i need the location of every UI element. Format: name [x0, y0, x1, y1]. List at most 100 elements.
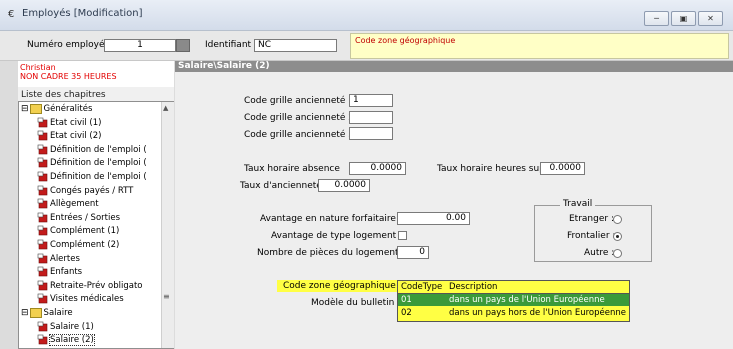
- scroll-up-icon[interactable]: ▲: [163, 104, 168, 112]
- travail-frontalier-label: Frontalier :: [567, 231, 616, 241]
- tree-item[interactable]: Définition de l'emploi (: [37, 144, 147, 157]
- tree-item[interactable]: Définition de l'emploi (: [37, 171, 147, 184]
- minimize-icon: ─: [654, 14, 659, 23]
- code-zone-label: Code zone géographique: [283, 281, 396, 291]
- tree-item[interactable]: Enfants: [37, 266, 82, 279]
- form-icon: [37, 225, 48, 236]
- code-zone-dropdown[interactable]: CodeType Description 01 dans un pays de …: [397, 280, 630, 322]
- restore-button[interactable]: ▣: [671, 11, 696, 26]
- dropdown-row-description: dans un pays hors de l'Union Européenne: [449, 308, 626, 318]
- tree-item[interactable]: Entrées / Sorties: [37, 212, 120, 225]
- form-icon: [37, 321, 48, 332]
- tree-item[interactable]: Congés payés / RTT: [37, 185, 133, 198]
- tree-item-label: Complément (1): [50, 226, 120, 237]
- form-edit-icon: [37, 334, 48, 345]
- dropdown-row-selected[interactable]: 01 dans un pays de l'Union Européenne: [398, 294, 629, 306]
- employee-category: NON CADRE 35 HEURES: [20, 72, 117, 81]
- identifier-input[interactable]: NC: [254, 39, 337, 52]
- tree-item-label: Etat civil (2): [50, 131, 102, 142]
- tree-folder[interactable]: ⊟ Salaire: [21, 307, 73, 320]
- tree-item[interactable]: Définition de l'emploi (: [37, 157, 147, 170]
- avantage-label: Avantage en nature forfaitaire: [260, 214, 396, 224]
- tree-item-label: Allègement: [50, 199, 99, 210]
- tree-item[interactable]: Visites médicales: [37, 293, 124, 306]
- dropdown-col-description: Description: [449, 282, 498, 292]
- taux-anciennete-input[interactable]: 0.0000: [318, 179, 370, 192]
- tree-item-label: Définition de l'emploi (: [50, 172, 147, 182]
- taux-absence-label: Taux horaire absence: [244, 164, 340, 174]
- tree-item-label: Salaire (2): [49, 334, 95, 347]
- form-icon: [37, 293, 48, 304]
- form-icon: [37, 171, 48, 182]
- avantage-input[interactable]: 0.00: [397, 212, 470, 225]
- tree-item-label: Définition de l'emploi (: [50, 144, 147, 155]
- employee-number-input[interactable]: 1: [104, 39, 176, 52]
- title-bar: € Employés [Modification] ─ ▣ ✕: [0, 0, 733, 31]
- tree-item[interactable]: Etat civil (2): [37, 130, 101, 143]
- employee-name: Christian: [20, 63, 56, 72]
- tree-item-label: Etat civil (1): [50, 117, 102, 128]
- taux-anciennete-label: Taux d'ancienneté :: [240, 181, 328, 191]
- tree-item[interactable]: Alertes: [37, 253, 80, 266]
- dropdown-row-code: 01: [401, 295, 412, 305]
- employee-window: € Employés [Modification] ─ ▣ ✕ Numéro e…: [0, 0, 733, 349]
- chapter-tree-scrollbar[interactable]: ▲ ≡: [161, 102, 174, 348]
- tree-item[interactable]: Retraite-Prév obligato: [37, 280, 142, 293]
- code-grille-2-label: Code grille ancienneté 2 :: [244, 113, 360, 123]
- code-zone-label-box: Code zone géographique: [277, 280, 397, 292]
- travail-autre-radio[interactable]: [613, 249, 622, 258]
- employee-summary: Christian NON CADRE 35 HEURES: [18, 61, 174, 87]
- travail-etranger-radio[interactable]: [613, 215, 622, 224]
- code-grille-1-input[interactable]: 1: [349, 94, 393, 107]
- close-button[interactable]: ✕: [698, 11, 723, 26]
- avantage-logement-checkbox[interactable]: [398, 231, 407, 240]
- tree-folder[interactable]: ⊟ Généralités: [21, 103, 92, 116]
- code-grille-3-input[interactable]: [349, 127, 393, 140]
- code-grille-2-input[interactable]: [349, 111, 393, 124]
- tree-item[interactable]: Salaire (2): [37, 334, 95, 347]
- tree-item[interactable]: Allègement: [37, 198, 99, 211]
- field-hint-text: Code zone géographique: [355, 36, 456, 45]
- form-icon: [37, 157, 48, 168]
- tree-collapse-icon[interactable]: ⊟: [21, 308, 29, 318]
- tree-item-label: Généralités: [43, 104, 93, 114]
- taux-hs-input[interactable]: 0.0000: [540, 162, 585, 175]
- form-icon: [37, 266, 48, 277]
- travail-frontalier-radio[interactable]: [613, 232, 622, 241]
- form-icon: [37, 253, 48, 264]
- nb-pieces-input[interactable]: 0: [397, 246, 429, 259]
- form-icon: [37, 198, 48, 209]
- nb-pieces-label: Nombre de pièces du logement: [257, 248, 399, 258]
- dropdown-row[interactable]: 02 dans un pays hors de l'Union Européen…: [398, 307, 629, 319]
- code-grille-3-label: Code grille ancienneté 3 :: [244, 130, 360, 140]
- tree-item[interactable]: Complément (1): [37, 225, 119, 238]
- form-icon: [37, 280, 48, 291]
- travail-legend: Travail: [560, 199, 596, 209]
- employee-lookup-button[interactable]: [176, 39, 190, 52]
- form-icon: [37, 212, 48, 223]
- code-grille-1-label: Code grille ancienneté 1 :: [244, 96, 360, 106]
- employee-number-label: Numéro employé :: [27, 40, 111, 50]
- dropdown-row-code: 02: [401, 308, 412, 318]
- identifier-label: Identifiant :: [205, 40, 257, 50]
- taux-hs-label: Taux horaire heures sup: [437, 164, 545, 174]
- section-title: Salaire\Salaire (2): [175, 61, 733, 72]
- tree-item-label: Alertes: [50, 253, 80, 264]
- minimize-button[interactable]: ─: [644, 11, 669, 26]
- scroll-grip-icon[interactable]: ≡: [163, 292, 170, 301]
- tree-item-label: Salaire (1): [50, 321, 94, 332]
- tree-item[interactable]: Etat civil (1): [37, 117, 101, 130]
- tree-item[interactable]: Complément (2): [37, 239, 119, 252]
- modele-bulletin-label: Modèle du bulletin: [311, 298, 395, 308]
- avantage-logement-label: Avantage de type logement: [271, 231, 397, 241]
- tree-item-label: Complément (2): [50, 240, 120, 250]
- tree-collapse-icon[interactable]: ⊟: [21, 104, 29, 114]
- taux-absence-input[interactable]: 0.0000: [349, 162, 406, 175]
- tree-item[interactable]: Salaire (1): [37, 321, 94, 334]
- tree-item-label: Retraite-Prév obligato: [50, 280, 143, 291]
- window-title: Employés [Modification]: [22, 8, 143, 19]
- travail-etranger-label: Etranger :: [569, 214, 614, 224]
- tree-item-label: Visites médicales: [50, 294, 124, 305]
- chapter-tree: ⊟ Généralités Etat civil (1) Etat civil (2)…: [18, 101, 174, 349]
- tree-item-label: Salaire: [43, 308, 73, 318]
